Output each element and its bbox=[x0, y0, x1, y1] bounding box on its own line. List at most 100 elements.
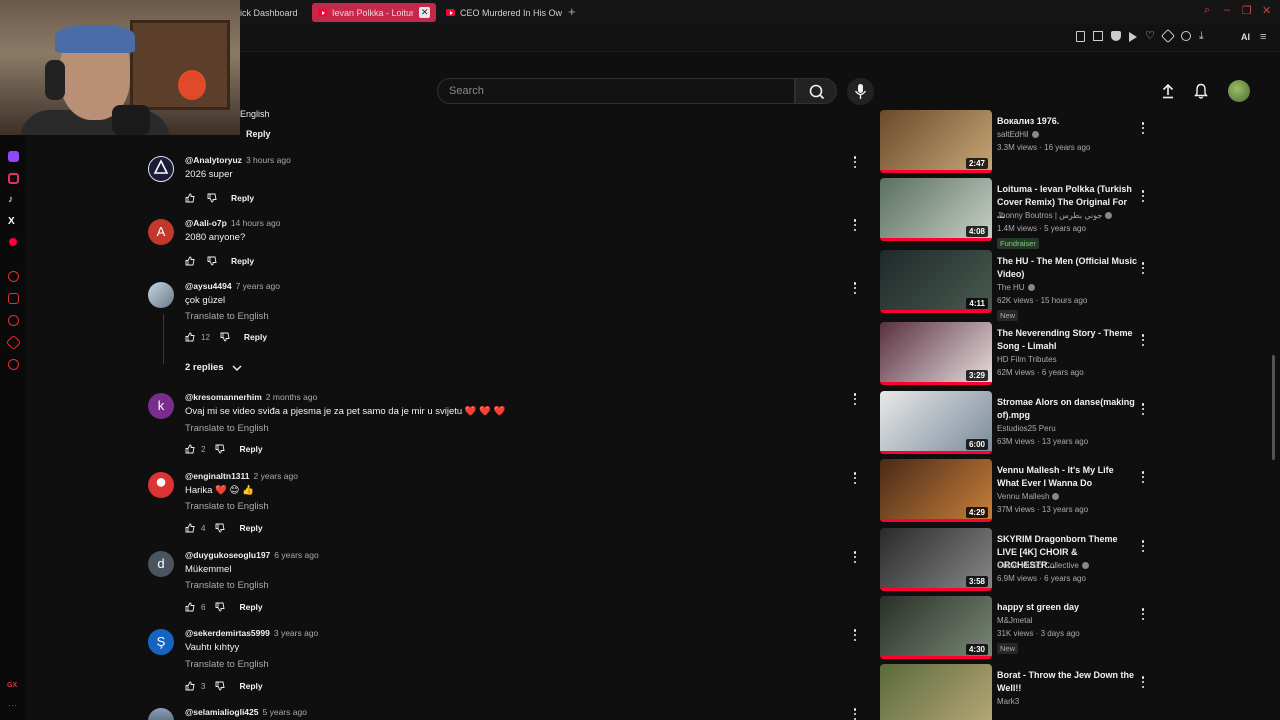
channel-name[interactable]: HD Film Tributes bbox=[997, 355, 1057, 364]
play-icon[interactable] bbox=[1129, 32, 1137, 42]
comment-time[interactable]: 2 months ago bbox=[266, 392, 318, 402]
channel-name[interactable]: Estudios25 Peru bbox=[997, 424, 1056, 433]
more-icon[interactable]: ··· bbox=[8, 700, 17, 710]
replies-toggle[interactable]: 2 replies bbox=[185, 362, 243, 373]
avatar[interactable] bbox=[148, 156, 174, 182]
twitch-icon[interactable] bbox=[8, 151, 19, 162]
channel-name[interactable]: Vennu Mallesh bbox=[997, 492, 1049, 501]
download-icon[interactable]: ⤓ bbox=[1199, 31, 1204, 42]
shield-icon[interactable] bbox=[1111, 31, 1121, 41]
video-menu-icon[interactable] bbox=[1141, 676, 1145, 688]
avatar[interactable]: d bbox=[148, 551, 174, 577]
video-title[interactable]: The Neverending Story - Theme Song - Lim… bbox=[997, 327, 1137, 353]
translate-link[interactable]: Translate to English bbox=[185, 311, 269, 322]
translate-link[interactable]: Translate to English bbox=[185, 659, 269, 670]
upload-icon[interactable] bbox=[1159, 82, 1177, 100]
video-thumbnail[interactable]: 2:47 bbox=[880, 110, 992, 173]
menu-icon[interactable]: ≡ bbox=[1260, 31, 1266, 43]
dislike-icon[interactable] bbox=[207, 193, 217, 203]
video-title[interactable]: Borat - Throw the Jew Down the Well!! bbox=[997, 669, 1137, 695]
avatar[interactable] bbox=[148, 708, 174, 720]
reply-button[interactable]: Reply bbox=[244, 332, 267, 342]
comment-author[interactable]: @duygukoseoglu197 bbox=[185, 550, 270, 560]
comment-author[interactable]: @Aali-o7p bbox=[185, 218, 227, 228]
dislike-icon[interactable] bbox=[215, 523, 225, 533]
comment-time[interactable]: 2 years ago bbox=[254, 471, 298, 481]
comment-menu-icon[interactable] bbox=[853, 629, 857, 641]
comment-menu-icon[interactable] bbox=[853, 219, 857, 231]
comment-menu-icon[interactable] bbox=[853, 472, 857, 484]
channel-name[interactable]: The HU bbox=[997, 283, 1025, 292]
video-channel[interactable]: M&Jmetal bbox=[997, 616, 1033, 625]
channel-name[interactable]: Jhonny Boutros | جوني بطرس bbox=[997, 211, 1102, 220]
comment-time[interactable]: 5 years ago bbox=[263, 707, 307, 717]
reply-button[interactable]: Reply bbox=[231, 256, 254, 266]
tab-ceo-murdered[interactable]: CEO Murdered In His Own bbox=[440, 3, 562, 22]
reply-button[interactable]: Reply bbox=[239, 444, 262, 454]
dislike-icon[interactable] bbox=[215, 444, 225, 454]
like-icon[interactable] bbox=[185, 681, 195, 691]
comment-author[interactable]: @kresomannerhim bbox=[185, 392, 262, 402]
tiktok-icon[interactable]: ♪ bbox=[8, 194, 19, 205]
video-channel[interactable]: The HU bbox=[997, 283, 1035, 292]
video-menu-icon[interactable] bbox=[1141, 122, 1145, 134]
video-thumbnail[interactable]: 4:30 bbox=[880, 596, 992, 659]
video-thumbnail[interactable]: 4:11 bbox=[880, 250, 992, 313]
video-thumbnail[interactable]: 3:29 bbox=[880, 322, 992, 385]
video-channel[interactable]: saltEdHil bbox=[997, 130, 1039, 139]
video-thumbnail[interactable]: 4:08 bbox=[880, 178, 992, 241]
bookmark-icon[interactable] bbox=[1076, 31, 1085, 42]
comment-author[interactable]: @enginaltn1311 bbox=[185, 471, 250, 481]
reply-button[interactable]: Reply bbox=[231, 193, 254, 203]
translate-link[interactable]: Translate to English bbox=[185, 580, 269, 591]
video-channel[interactable]: HD Film Tributes bbox=[997, 355, 1057, 364]
search-input[interactable]: Search bbox=[437, 78, 795, 104]
profile-icon[interactable] bbox=[1180, 31, 1191, 41]
close-window-icon[interactable]: ✕ bbox=[1262, 4, 1271, 17]
ai-button[interactable]: AI bbox=[1241, 32, 1250, 42]
video-title[interactable]: happy st green day bbox=[997, 601, 1137, 614]
comment-menu-icon[interactable] bbox=[853, 156, 857, 168]
translate-link[interactable]: Translate to English bbox=[185, 501, 269, 512]
tab-ievan-polkka[interactable]: Ievan Polkka - Loitum ✕ bbox=[312, 3, 436, 22]
video-title[interactable]: The HU - The Men (Official Music Video) bbox=[997, 255, 1137, 281]
video-thumbnail[interactable] bbox=[880, 664, 992, 720]
comment-author[interactable]: @aysu4494 bbox=[185, 281, 232, 291]
comment-menu-icon[interactable] bbox=[853, 708, 857, 720]
like-icon[interactable] bbox=[185, 332, 195, 342]
comment-time[interactable]: 6 years ago bbox=[274, 550, 318, 560]
video-menu-icon[interactable] bbox=[1141, 608, 1145, 620]
maximize-icon[interactable]: ❐ bbox=[1242, 4, 1252, 17]
comment-author[interactable]: @Analytoryuz bbox=[185, 155, 242, 165]
search-tabs-icon[interactable]: ⌕ bbox=[1204, 4, 1210, 17]
like-icon[interactable] bbox=[185, 256, 195, 266]
close-tab-icon[interactable]: ✕ bbox=[419, 7, 430, 18]
video-title[interactable]: Stromae Alors on danse(making of).mpg bbox=[997, 396, 1137, 422]
dislike-icon[interactable] bbox=[220, 332, 230, 342]
heart-icon[interactable]: ♡ bbox=[1145, 31, 1155, 42]
avatar[interactable] bbox=[148, 472, 174, 498]
video-channel[interactable]: Mark3 bbox=[997, 697, 1019, 706]
video-title[interactable]: Вокализ 1976. bbox=[997, 115, 1137, 128]
comment-time[interactable]: 14 hours ago bbox=[231, 218, 281, 228]
video-title[interactable]: Vennu Mallesh - It's My Life What Ever I… bbox=[997, 464, 1137, 490]
pinboard-icon[interactable] bbox=[8, 293, 19, 304]
comment-time[interactable]: 3 hours ago bbox=[246, 155, 291, 165]
like-icon[interactable] bbox=[185, 193, 195, 203]
dislike-icon[interactable] bbox=[215, 681, 225, 691]
like-icon[interactable] bbox=[185, 444, 195, 454]
dislike-icon[interactable] bbox=[207, 256, 217, 266]
extensions-icon[interactable] bbox=[1160, 28, 1175, 44]
avatar[interactable]: Ş bbox=[148, 629, 174, 655]
notifications-icon[interactable] bbox=[1192, 82, 1210, 100]
video-thumbnail[interactable]: 6:00 bbox=[880, 391, 992, 454]
dislike-icon[interactable] bbox=[215, 602, 225, 612]
translate-link[interactable]: Translate to English bbox=[185, 423, 269, 434]
comment-author[interactable]: @sekerdemirtas5999 bbox=[185, 628, 270, 638]
youtube-sidebar-icon[interactable] bbox=[9, 238, 17, 246]
history-icon[interactable] bbox=[8, 315, 19, 326]
video-channel[interactable]: Estudios25 Peru bbox=[997, 424, 1056, 433]
video-menu-icon[interactable] bbox=[1141, 334, 1145, 346]
avatar[interactable] bbox=[148, 282, 174, 308]
channel-name[interactable]: saltEdHil bbox=[997, 130, 1029, 139]
